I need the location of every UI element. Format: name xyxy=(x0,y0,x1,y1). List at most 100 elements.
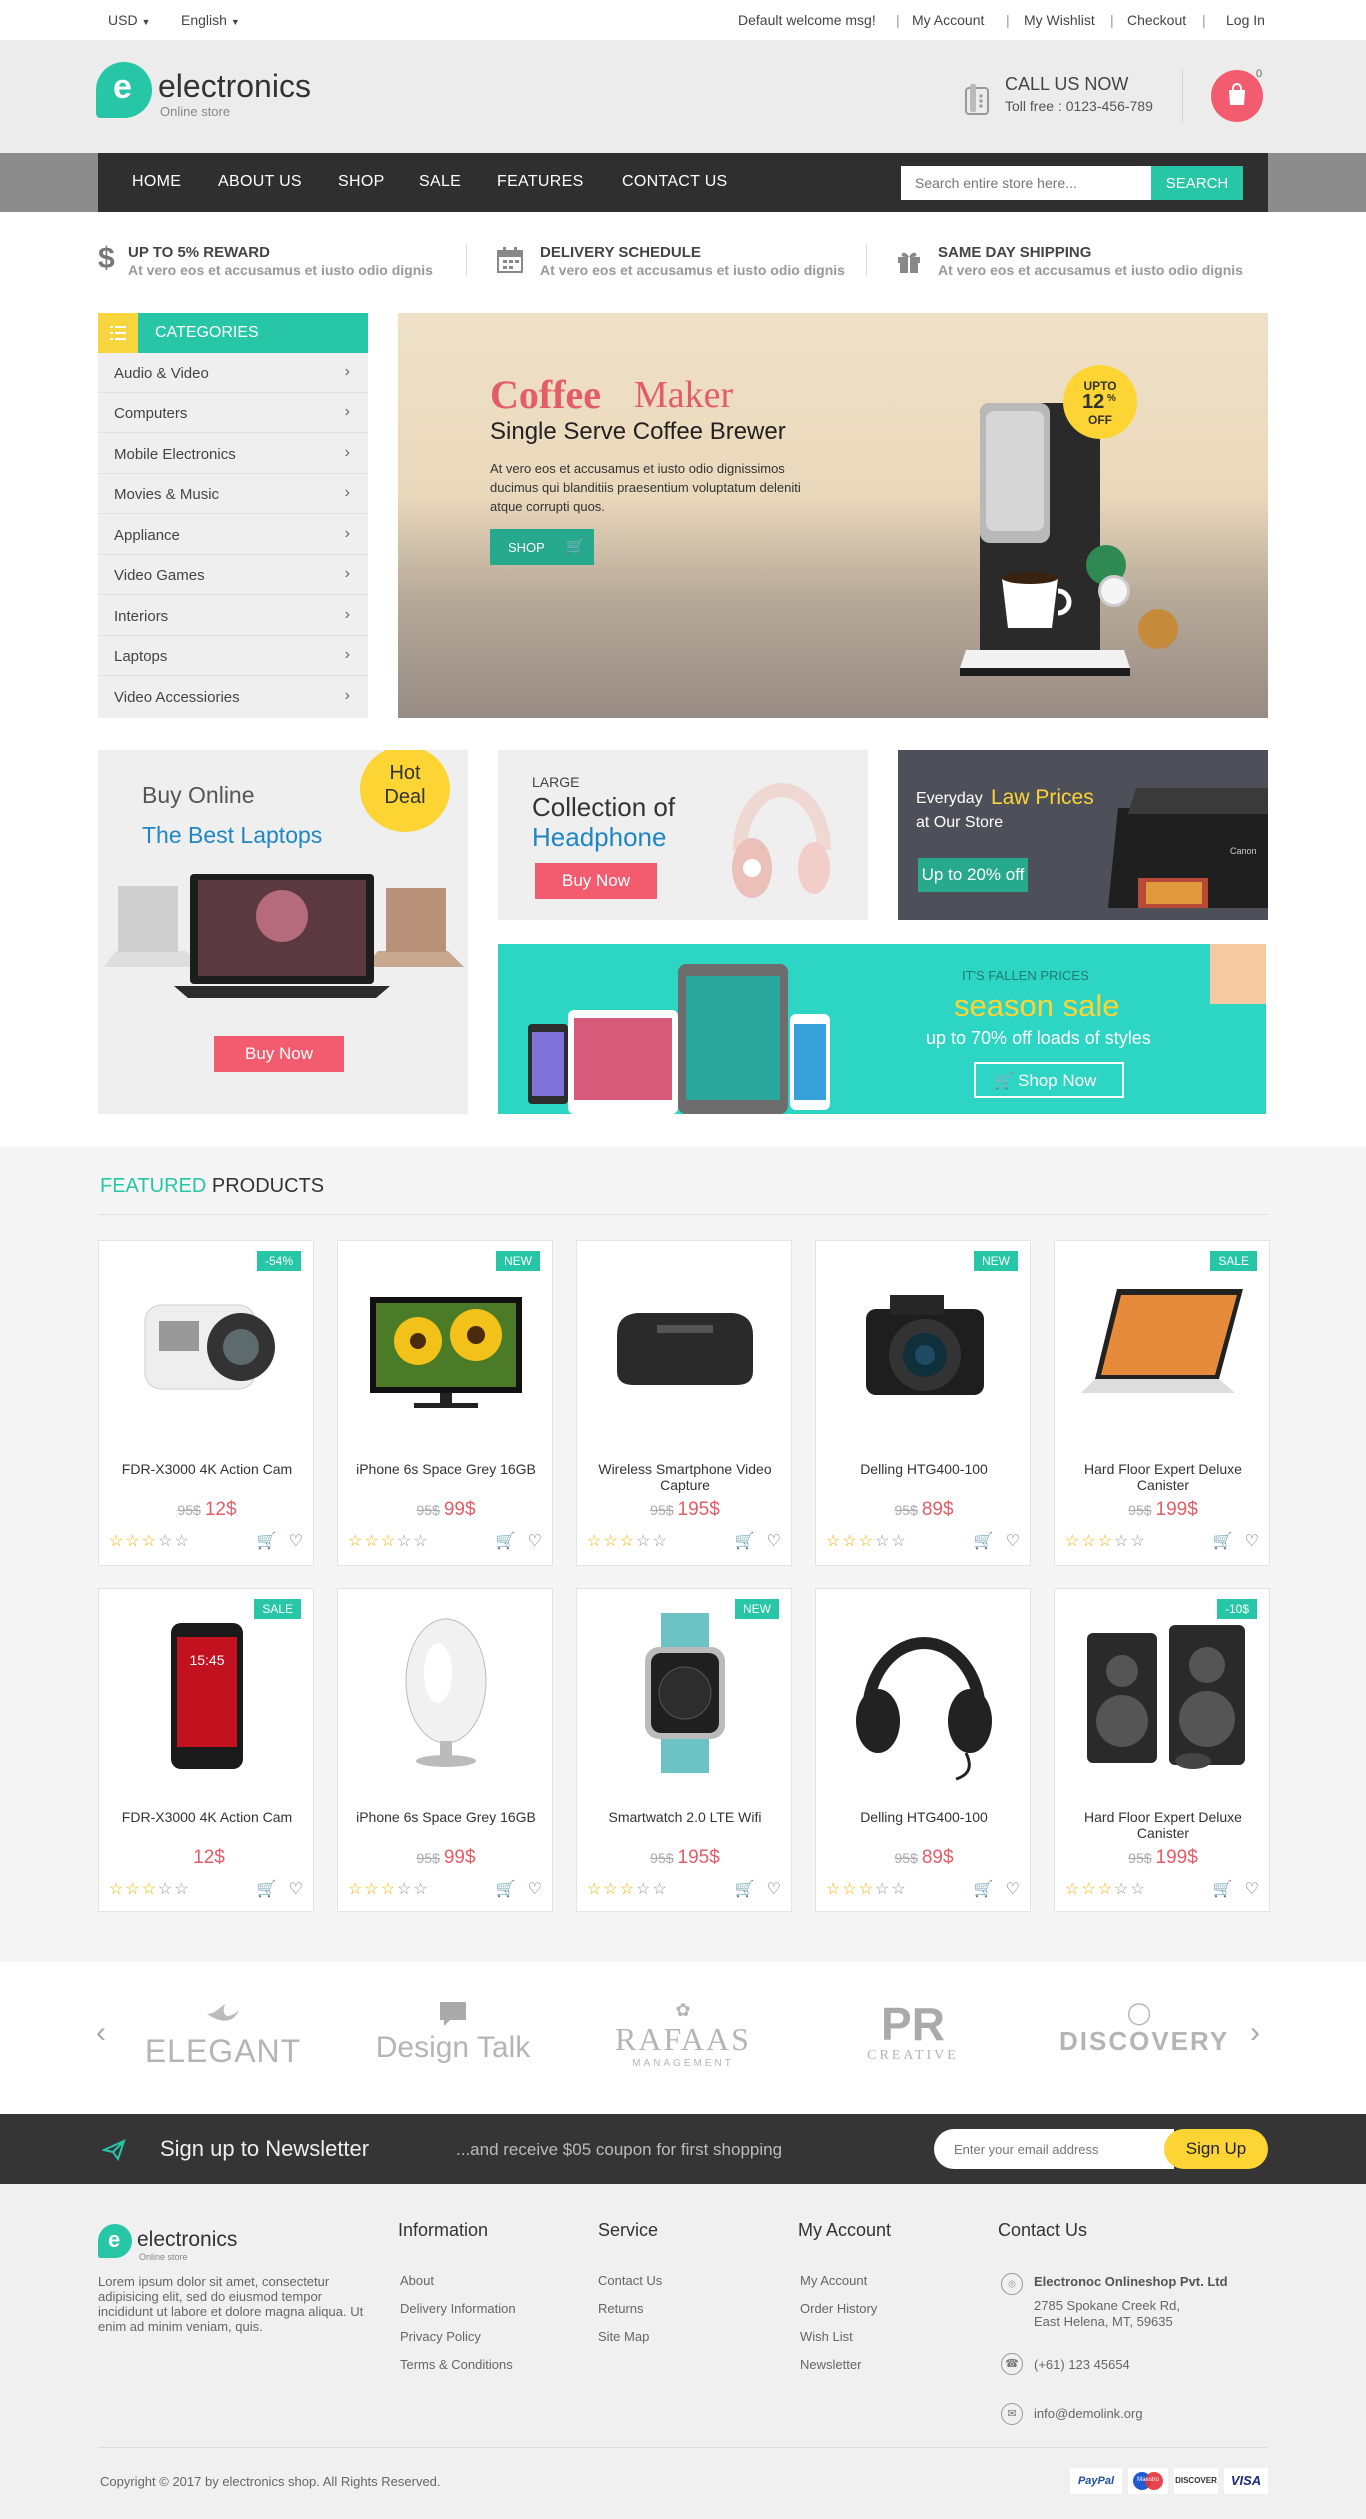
nav-shop[interactable]: SHOP xyxy=(338,173,385,191)
product-card[interactable]: 15:45 SALE FDR-X3000 4K Action Cam 12$ ☆☆☆☆☆… xyxy=(98,1588,314,1912)
product-image[interactable] xyxy=(826,1255,1022,1435)
heart-icon[interactable]: ♡ xyxy=(767,1533,781,1550)
add-to-cart-icon[interactable]: 🛒 xyxy=(735,1533,755,1550)
category-item[interactable]: Video Games › xyxy=(98,555,368,595)
product-name[interactable]: iPhone 6s Space Grey 16GB xyxy=(346,1809,546,1825)
footer-link-about[interactable]: About xyxy=(400,2273,434,2288)
product-image[interactable] xyxy=(1065,1255,1261,1435)
footer-link-wish-list[interactable]: Wish List xyxy=(800,2329,853,2344)
heart-icon[interactable]: ♡ xyxy=(528,1533,542,1550)
product-image[interactable] xyxy=(587,1255,783,1435)
nav-features[interactable]: FEATURES xyxy=(497,173,584,191)
hero-slider[interactable]: Coffee Maker Single Serve Coffee Brewer … xyxy=(398,313,1268,718)
footer-link-contact[interactable]: Contact Us xyxy=(598,2273,662,2288)
checkout-link[interactable]: Checkout xyxy=(1127,12,1186,28)
my-account-link[interactable]: My Account xyxy=(912,12,984,28)
category-item[interactable]: Audio & Video › xyxy=(98,353,368,393)
logo-mark[interactable]: e xyxy=(98,2224,132,2258)
currency-selector[interactable]: USD ▼ xyxy=(108,12,150,28)
brand-discovery[interactable]: ◯ DISCOVERY xyxy=(1059,2000,1227,2080)
category-item[interactable]: Interiors › xyxy=(98,596,368,636)
footer-link-delivery[interactable]: Delivery Information xyxy=(400,2301,516,2316)
nav-contact-us[interactable]: CONTACT US xyxy=(622,173,728,191)
buy-now-button[interactable]: Buy Now xyxy=(535,863,657,899)
footer-link-newsletter[interactable]: Newsletter xyxy=(800,2357,861,2372)
footer-link-order-history[interactable]: Order History xyxy=(800,2301,877,2316)
nav-home[interactable]: HOME xyxy=(132,173,181,191)
product-name[interactable]: iPhone 6s Space Grey 16GB xyxy=(346,1461,546,1477)
category-item[interactable]: Movies & Music › xyxy=(98,474,368,514)
banner-printer[interactable]: Everyday Law Prices at Our Store Up to 2… xyxy=(898,750,1268,920)
shop-now-button[interactable]: 🛒 Shop Now xyxy=(974,1062,1124,1098)
my-wishlist-link[interactable]: My Wishlist xyxy=(1024,12,1095,28)
product-name[interactable]: Smartwatch 2.0 LTE Wifi xyxy=(585,1809,785,1825)
heart-icon[interactable]: ♡ xyxy=(289,1881,303,1898)
banner-laptops[interactable]: Buy Online The Best Laptops Hot Deal Buy… xyxy=(98,750,468,1114)
banner-headphone[interactable]: LARGE Collection of Headphone Buy Now xyxy=(498,750,868,920)
category-item[interactable]: Appliance › xyxy=(98,515,368,555)
heart-icon[interactable]: ♡ xyxy=(767,1881,781,1898)
footer-link-terms[interactable]: Terms & Conditions xyxy=(400,2357,513,2372)
add-to-cart-icon[interactable]: 🛒 xyxy=(257,1533,277,1550)
footer-email[interactable]: info@demolink.org xyxy=(1034,2406,1143,2421)
footer-link-my-account[interactable]: My Account xyxy=(800,2273,867,2288)
buy-now-button[interactable]: Buy Now xyxy=(214,1036,344,1072)
product-image[interactable] xyxy=(826,1603,1022,1783)
add-to-cart-icon[interactable]: 🛒 xyxy=(257,1881,277,1898)
add-to-cart-icon[interactable]: 🛒 xyxy=(496,1881,516,1898)
language-selector[interactable]: English ▼ xyxy=(181,12,240,28)
newsletter-email-input[interactable] xyxy=(934,2129,1174,2169)
add-to-cart-icon[interactable]: 🛒 xyxy=(974,1533,994,1550)
product-image[interactable] xyxy=(348,1603,544,1783)
banner-season-sale[interactable]: IT'S FALLEN PRICES season sale up to 70%… xyxy=(498,944,1266,1114)
product-name[interactable]: FDR-X3000 4K Action Cam xyxy=(107,1809,307,1825)
heart-icon[interactable]: ♡ xyxy=(1006,1533,1020,1550)
add-to-cart-icon[interactable]: 🛒 xyxy=(735,1881,755,1898)
add-to-cart-icon[interactable]: 🛒 xyxy=(496,1533,516,1550)
menu-icon[interactable] xyxy=(98,313,138,353)
product-name[interactable]: Hard Floor Expert Deluxe Canister xyxy=(1063,1461,1263,1493)
hero-shop-button[interactable]: SHOP 🛒 xyxy=(490,529,594,565)
heart-icon[interactable]: ♡ xyxy=(1006,1881,1020,1898)
heart-icon[interactable]: ♡ xyxy=(1245,1533,1259,1550)
footer-link-sitemap[interactable]: Site Map xyxy=(598,2329,649,2344)
product-name[interactable]: FDR-X3000 4K Action Cam xyxy=(107,1461,307,1477)
product-image[interactable] xyxy=(109,1255,305,1435)
product-image[interactable] xyxy=(348,1255,544,1435)
nav-about-us[interactable]: ABOUT US xyxy=(218,173,302,191)
heart-icon[interactable]: ♡ xyxy=(528,1881,542,1898)
product-name[interactable]: Wireless Smartphone Video Capture xyxy=(585,1461,785,1493)
footer-link-privacy[interactable]: Privacy Policy xyxy=(400,2329,481,2344)
category-item[interactable]: Computers › xyxy=(98,393,368,433)
product-card[interactable]: NEW iPhone 6s Space Grey 16GB 95$ 99$ ☆☆☆☆☆ 🛒… xyxy=(337,1240,553,1566)
product-card[interactable]: -10$ Hard Floor Expert Deluxe Canister 95$… xyxy=(1054,1588,1270,1912)
brand-pr-creative[interactable]: PR CREATIVE xyxy=(833,2000,993,2080)
category-item[interactable]: Mobile Electronics › xyxy=(98,434,368,474)
logo-name[interactable]: electronics xyxy=(158,68,311,105)
logo-mark[interactable]: e xyxy=(96,62,152,118)
brand-elegant[interactable]: ELEGANT xyxy=(143,2000,303,2080)
sign-up-button[interactable]: Sign Up xyxy=(1164,2129,1268,2169)
footer-link-returns[interactable]: Returns xyxy=(598,2301,644,2316)
search-input[interactable] xyxy=(901,166,1151,200)
chevron-left-icon[interactable]: ‹ xyxy=(96,2016,106,2050)
product-image[interactable] xyxy=(1065,1603,1261,1783)
product-card[interactable]: Delling HTG400-100 95$ 89$ ☆☆☆☆☆ 🛒 ♡ xyxy=(815,1588,1031,1912)
heart-icon[interactable]: ♡ xyxy=(289,1533,303,1550)
product-card[interactable]: Wireless Smartphone Video Capture 95$ 195$… xyxy=(576,1240,792,1566)
heart-icon[interactable]: ♡ xyxy=(1245,1881,1259,1898)
add-to-cart-icon[interactable]: 🛒 xyxy=(1213,1533,1233,1550)
chevron-right-icon[interactable]: › xyxy=(1250,2016,1260,2050)
brand-design-talk[interactable]: Design Talk xyxy=(373,2000,533,2080)
search-button[interactable]: SEARCH xyxy=(1151,166,1243,200)
product-card[interactable]: NEW Smartwatch 2.0 LTE Wifi 95$ 195$ ☆☆☆☆☆ 🛒 ♡ xyxy=(576,1588,792,1912)
product-name[interactable]: Delling HTG400-100 xyxy=(824,1461,1024,1477)
add-to-cart-icon[interactable]: 🛒 xyxy=(1213,1881,1233,1898)
add-to-cart-icon[interactable]: 🛒 xyxy=(974,1881,994,1898)
category-item[interactable]: Video Accessiories › xyxy=(98,677,368,717)
product-image[interactable]: 15:45 xyxy=(109,1603,305,1783)
product-name[interactable]: Delling HTG400-100 xyxy=(824,1809,1024,1825)
brand-rafaas[interactable]: ✿ RAFAAS MANAGEMENT xyxy=(603,2000,763,2080)
nav-sale[interactable]: SALE xyxy=(419,173,461,191)
product-image[interactable] xyxy=(587,1603,783,1783)
